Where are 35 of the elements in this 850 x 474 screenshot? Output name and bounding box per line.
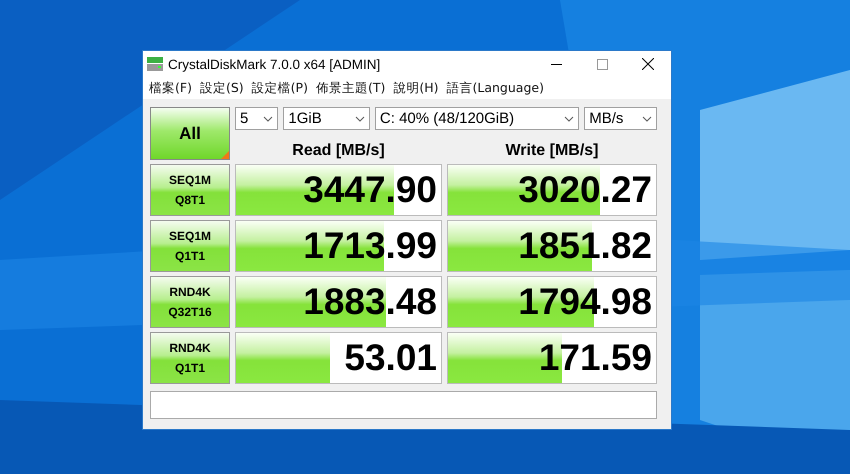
dropdown[interactable]: 5 — [235, 107, 278, 130]
maximize-icon — [596, 58, 608, 70]
dropdown[interactable]: MB/s — [584, 107, 657, 130]
menu-item[interactable]: 語言(Language) — [442, 80, 548, 96]
menu-item[interactable]: 設定(S) — [196, 80, 248, 96]
column-header: Read [MB/s] — [291, 142, 386, 160]
result-value: 171.59 — [538, 337, 652, 379]
chevron-down-icon — [564, 116, 574, 122]
column-header: Write [MB/s] — [504, 142, 600, 160]
result-value: 1713.99 — [303, 225, 437, 267]
menu-item[interactable]: 檔案(F) — [145, 80, 196, 96]
test-button[interactable]: RND4K Q1T1 — [150, 332, 230, 384]
window-title: CrystalDiskMark 7.0.0 x64 [ADMIN] — [168, 56, 382, 72]
menu-item[interactable]: 設定檔(P) — [248, 80, 312, 96]
comment-field[interactable] — [150, 391, 657, 419]
test-button[interactable]: SEQ1M Q1T1 — [150, 220, 230, 272]
menu-item[interactable]: 說明(H) — [389, 80, 442, 96]
result-value: 53.01 — [344, 337, 437, 379]
all-button[interactable]: All — [150, 107, 230, 160]
result-value: 3447.90 — [303, 169, 437, 211]
close-icon — [642, 58, 654, 70]
dropdown[interactable]: 1GiB — [283, 107, 370, 130]
chevron-down-icon — [354, 116, 365, 122]
result-value: 3020.27 — [518, 169, 652, 211]
result-value: 1883.48 — [303, 281, 437, 323]
result-value: 1851.82 — [518, 225, 652, 267]
corner-triangle-icon — [221, 151, 229, 159]
disk-icon — [146, 55, 164, 73]
test-button[interactable]: RND4K Q32T16 — [150, 276, 230, 328]
chevron-down-icon — [642, 116, 652, 122]
test-button[interactable]: SEQ1M Q8T1 — [150, 164, 230, 216]
chevron-down-icon — [263, 116, 274, 122]
dropdown[interactable]: C: 40% (48/120GiB) — [374, 107, 580, 130]
menu-item[interactable]: 佈景主題(T) — [312, 80, 390, 96]
result-value: 1794.98 — [518, 281, 652, 323]
